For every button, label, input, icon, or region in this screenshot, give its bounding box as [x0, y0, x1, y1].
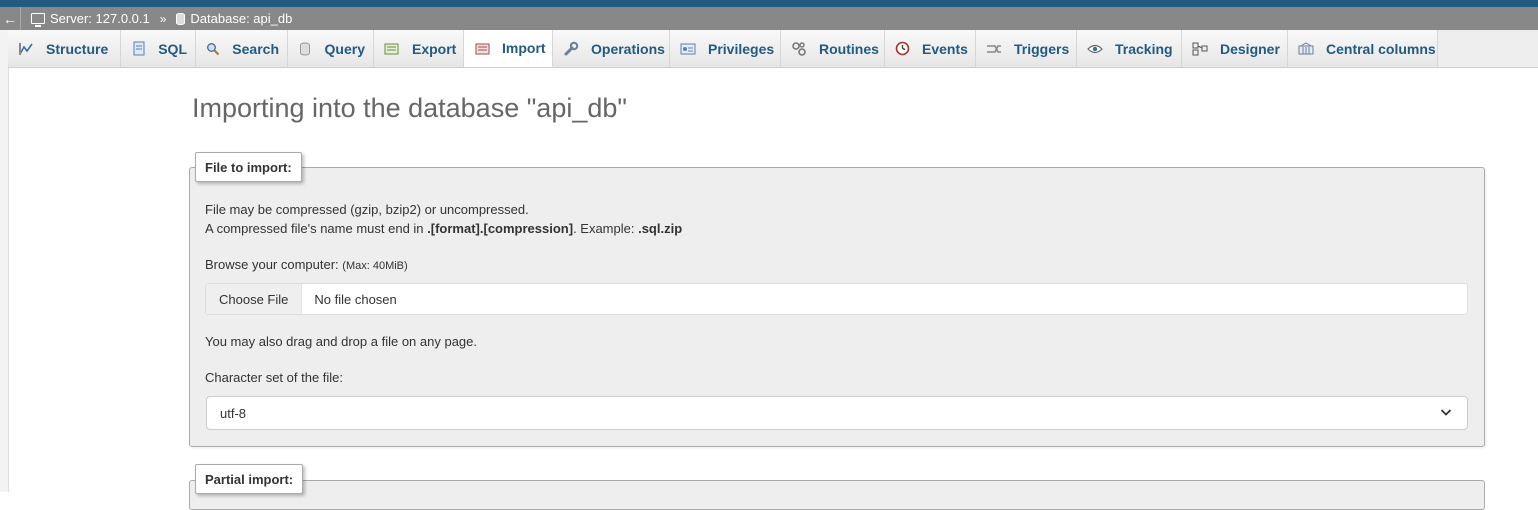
navigation-collapse-bar[interactable]: [0, 30, 9, 492]
tab-structure[interactable]: Structure: [8, 30, 121, 67]
server-icon: [31, 13, 45, 27]
charset-value: utf-8: [220, 405, 247, 421]
partial-import-fieldset: [189, 480, 1485, 510]
compression-format-note: A compressed file's name must end in .[f…: [205, 221, 683, 236]
privileges-icon: [680, 42, 696, 56]
eye-icon: [1087, 42, 1103, 56]
tab-events[interactable]: Events: [885, 30, 976, 67]
back-arrow-icon[interactable]: ←: [0, 7, 21, 30]
import-icon: [474, 41, 490, 55]
page-title: Importing into the database "api_db": [192, 93, 627, 123]
charset-label: Character set of the file:: [205, 370, 344, 385]
sql-icon: [131, 41, 146, 56]
breadcrumb-server-label: Server: 127.0.0.1: [50, 11, 150, 26]
columns-icon: [1298, 42, 1314, 56]
tab-designer[interactable]: Designer: [1182, 30, 1288, 67]
tab-search[interactable]: Search: [196, 30, 288, 67]
designer-icon: [1192, 42, 1208, 56]
tab-export[interactable]: Export: [374, 30, 464, 67]
triggers-icon: [986, 42, 1002, 56]
breadcrumb-server[interactable]: Server: 127.0.0.1: [31, 11, 150, 27]
tab-query[interactable]: Query: [288, 30, 374, 67]
breadcrumb-database-label: Database: api_db: [190, 11, 293, 26]
charset-select[interactable]: utf-8: [206, 396, 1468, 430]
tab-bar: Structure SQL Search Query Export Import: [8, 30, 1538, 68]
max-size-label: (Max: 40MiB): [342, 260, 408, 272]
breadcrumb: ← Server: 127.0.0.1 » Database: api_db: [0, 7, 1538, 30]
file-import-legend: File to import:: [195, 152, 302, 182]
file-input[interactable]: Choose File No file chosen: [205, 283, 1468, 315]
file-status: No file chosen: [314, 291, 397, 307]
drag-drop-note: You may also drag and drop a file on any…: [205, 334, 477, 349]
choose-file-button[interactable]: Choose File: [206, 284, 303, 314]
tab-tracking[interactable]: Tracking: [1077, 30, 1182, 67]
tab-sql[interactable]: SQL: [121, 30, 196, 67]
tab-routines[interactable]: Routines: [781, 30, 885, 67]
tab-triggers[interactable]: Triggers: [976, 30, 1077, 67]
clock-icon: [895, 41, 910, 56]
tab-privileges[interactable]: Privileges: [670, 30, 781, 67]
chevron-down-icon: [1439, 405, 1453, 422]
browse-label: Browse your computer: (Max: 40MiB): [205, 257, 408, 272]
top-accent-stripe: [0, 0, 1538, 7]
export-icon: [384, 42, 400, 56]
compression-note: File may be compressed (gzip, bzip2) or …: [205, 202, 529, 217]
routines-icon: [791, 41, 807, 56]
structure-icon: [18, 42, 34, 56]
search-icon: [206, 42, 220, 56]
query-icon: [298, 42, 313, 56]
breadcrumb-separator: »: [159, 11, 167, 26]
wrench-icon: [563, 41, 579, 56]
partial-import-legend: Partial import:: [195, 464, 304, 494]
database-icon: [176, 12, 186, 25]
tab-operations[interactable]: Operations: [553, 30, 670, 67]
breadcrumb-database[interactable]: Database: api_db: [176, 11, 292, 26]
tab-import[interactable]: Import: [464, 30, 553, 67]
tab-central-columns[interactable]: Central columns: [1288, 30, 1438, 67]
